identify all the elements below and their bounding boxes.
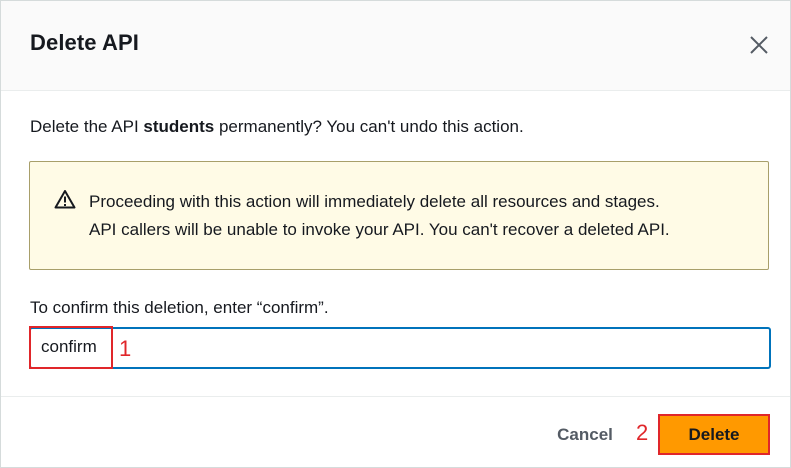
alert-text: Proceeding with this action will immedia… [89,188,670,244]
delete-api-dialog: Delete API Delete the API students perma… [0,0,791,468]
dialog-header: Delete API [1,1,790,91]
warning-icon [54,190,76,209]
close-icon [750,36,768,54]
footer-divider [1,396,790,397]
cancel-button[interactable]: Cancel [541,417,629,453]
alert-line-1: Proceeding with this action will immedia… [89,192,660,211]
message-suffix: permanently? You can't undo this action. [214,117,524,136]
annotation-number-2: 2 [636,420,649,445]
delete-button[interactable]: Delete [658,414,770,455]
dialog-title: Delete API [30,30,140,55]
alert-line-2: API callers will be unable to invoke you… [89,220,670,239]
confirm-input-field[interactable] [29,327,771,369]
close-button[interactable] [745,31,773,59]
message-prefix: Delete the API [30,117,144,136]
delete-message: Delete the API students permanently? You… [30,117,524,137]
api-name: students [143,117,215,136]
warning-alert: Proceeding with this action will immedia… [29,161,769,270]
annotation-number-1: 1 [119,336,132,361]
confirm-label: To confirm this deletion, enter “confirm… [30,298,329,317]
